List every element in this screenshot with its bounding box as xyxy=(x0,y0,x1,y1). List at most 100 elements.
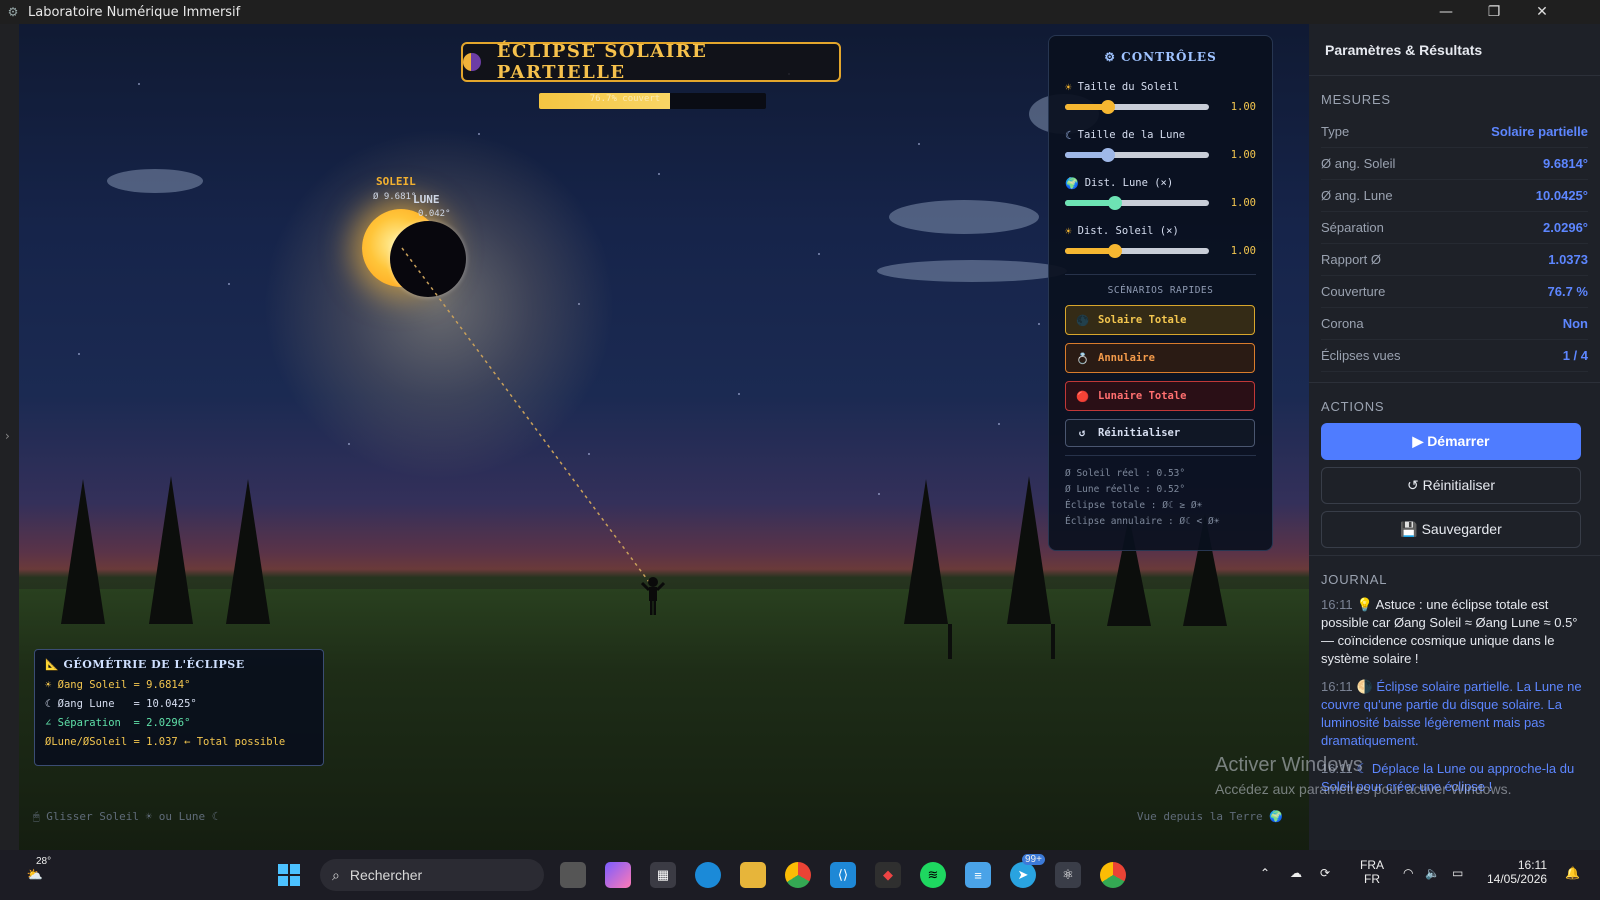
journal-entry: 16:11 💡 Astuce : une éclipse totale est p… xyxy=(1309,596,1600,668)
measure-label: Ø ang. Lune xyxy=(1321,188,1393,203)
weather-temp: 28° xyxy=(36,856,52,867)
measure-label: Séparation xyxy=(1321,220,1384,235)
git-icon[interactable]: ◆ xyxy=(875,862,901,888)
slider[interactable]: 1.00 xyxy=(1065,94,1256,128)
journal-entry: 16:11 🌗 Éclipse solaire partielle. La Lun… xyxy=(1309,678,1600,750)
start-icon[interactable] xyxy=(276,862,302,888)
slider-label-text: Dist. Soleil (×) xyxy=(1077,225,1179,237)
measure-value: Non xyxy=(1562,316,1588,331)
measure-label: Ø ang. Soleil xyxy=(1321,156,1396,171)
eclipse-type-banner: ÉCLIPSE SOLAIRE PARTIELLE xyxy=(461,41,841,83)
slider-thumb[interactable] xyxy=(1108,196,1122,210)
maximize-button[interactable]: ❐ xyxy=(1470,0,1518,24)
slider-label: ☾ Taille de la Lune xyxy=(1065,128,1256,142)
slider-thumb[interactable] xyxy=(1101,148,1115,162)
slider[interactable]: 1.00 xyxy=(1065,238,1256,272)
measure-value: 10.0425° xyxy=(1535,188,1588,203)
edge-icon[interactable] xyxy=(695,862,721,888)
eclipse-scene[interactable]: SOLEIL Ø 9.681° LUNE 0.042° ÉCLIPSE SOLA… xyxy=(19,24,1309,850)
onedrive-icon[interactable]: ☁ xyxy=(1290,866,1302,880)
telegram-icon[interactable]: ➤ xyxy=(1010,862,1036,888)
controls-panel: ⚙ CONTRÔLES ☀ Taille du Soleil 1.00 ☾ Taille… xyxy=(1048,35,1273,551)
taskbar: ⛅ 28° ⌕ Rechercher ▦ ⟨⟩ ◆ ≋ ≡ ➤ 99+ ⚛ ⌃ … xyxy=(0,850,1600,900)
close-button[interactable]: ✕ xyxy=(1518,0,1566,24)
measure-row: Ø ang. Soleil 9.6814° xyxy=(1321,148,1588,180)
actions-heading: ACTIONS xyxy=(1321,399,1385,414)
slider-label-text: Taille de la Lune xyxy=(1077,129,1186,141)
file-explorer-icon[interactable] xyxy=(740,862,766,888)
divider xyxy=(1065,455,1256,456)
copilot-icon[interactable] xyxy=(605,862,631,888)
measure-value: 1 / 4 xyxy=(1562,348,1588,363)
electron-app-icon[interactable]: ⚛ xyxy=(1055,862,1081,888)
slider[interactable]: 1.00 xyxy=(1065,142,1256,176)
sync-icon[interactable]: ⟳ xyxy=(1320,866,1330,880)
slider-value: 1.00 xyxy=(1230,245,1256,257)
geometry-panel: 📐 GÉOMÉTRIE DE L'ÉCLIPSE ☀ Øang Soleil =… xyxy=(34,649,324,766)
formulas: Ø Soleil réel : 0.53° Ø Lune réelle : 0.5… xyxy=(1065,466,1256,530)
scenario-icon: ↺ xyxy=(1078,427,1086,439)
left-collapse-strip[interactable]: › xyxy=(0,24,19,850)
start-button[interactable]: ▶ Démarrer xyxy=(1321,423,1581,460)
slider-track[interactable] xyxy=(1065,248,1209,254)
chrome-profile-icon[interactable] xyxy=(1100,862,1126,888)
slider-track[interactable] xyxy=(1065,152,1209,158)
measure-value: 9.6814° xyxy=(1543,156,1588,171)
scenario-button[interactable]: 💍 Annulaire xyxy=(1065,343,1255,373)
taskbar-search[interactable]: ⌕ Rechercher xyxy=(320,859,544,891)
task-view-icon[interactable] xyxy=(560,862,586,888)
chevron-up-icon[interactable]: ⌃ xyxy=(1260,866,1270,880)
slider-track[interactable] xyxy=(1065,200,1209,206)
scenario-label: Solaire Totale xyxy=(1098,314,1187,326)
scenario-icon: 🔴 xyxy=(1076,390,1090,403)
scenario-button[interactable]: ↺ Réinitialiser xyxy=(1065,419,1255,447)
save-button[interactable]: 💾 Sauvegarder xyxy=(1321,511,1581,548)
wifi-icon[interactable]: ◠ xyxy=(1403,866,1413,880)
scenario-label: Réinitialiser xyxy=(1098,427,1181,439)
chevron-right-icon[interactable]: › xyxy=(5,429,10,443)
minimize-button[interactable]: — xyxy=(1422,0,1470,24)
spotify-icon[interactable]: ≋ xyxy=(920,862,946,888)
scenario-label: Annulaire xyxy=(1098,352,1155,364)
battery-icon[interactable]: ▭ xyxy=(1452,866,1463,880)
slider-icon: ☾ xyxy=(1065,128,1072,142)
chrome-icon[interactable] xyxy=(785,862,811,888)
reset-button[interactable]: ↺ Réinitialiser xyxy=(1321,467,1581,504)
journal-time: 16:11 xyxy=(1321,597,1353,612)
banner-title: ÉCLIPSE SOLAIRE PARTIELLE xyxy=(496,41,708,83)
measure-row: Éclipses vues 1 / 4 xyxy=(1321,340,1588,372)
vscode-icon[interactable]: ⟨⟩ xyxy=(830,862,856,888)
controls-title: ⚙ CONTRÔLES xyxy=(1104,50,1217,64)
language-indicator[interactable]: FRA FR xyxy=(1360,858,1384,886)
scenario-button[interactable]: 🌑 Solaire Totale xyxy=(1065,305,1255,335)
slider-track[interactable] xyxy=(1065,104,1209,110)
journal-time: 16:11 xyxy=(1321,679,1353,694)
measure-row: Type Solaire partielle xyxy=(1321,116,1588,148)
notepad-icon[interactable]: ≡ xyxy=(965,862,991,888)
clock-time: 16:11 xyxy=(1517,858,1547,872)
volume-icon[interactable]: 🔈 xyxy=(1425,866,1440,880)
store-icon[interactable]: ▦ xyxy=(650,862,676,888)
measure-row: Couverture 76.7 % xyxy=(1321,276,1588,308)
clock-date: 14/05/2026 xyxy=(1487,872,1548,886)
measure-row: Séparation 2.0296° xyxy=(1321,212,1588,244)
journal-heading: JOURNAL xyxy=(1321,572,1388,587)
measure-label: Rapport Ø xyxy=(1321,252,1381,267)
slider-thumb[interactable] xyxy=(1108,244,1122,258)
scenario-icon: 💍 xyxy=(1076,352,1090,365)
slider[interactable]: 1.00 xyxy=(1065,190,1256,224)
observer-figure xyxy=(641,577,665,615)
tree xyxy=(149,476,193,624)
measures-heading: MESURES xyxy=(1321,92,1391,107)
app-gear-icon: ⚙ xyxy=(7,5,19,19)
scenario-button[interactable]: 🔴 Lunaire Totale xyxy=(1065,381,1255,411)
search-icon: ⌕ xyxy=(332,866,340,883)
sliders: ☀ Taille du Soleil 1.00 ☾ Taille de la Lune 1… xyxy=(1065,80,1256,272)
clock[interactable]: 16:11 14/05/2026 xyxy=(1487,858,1547,886)
slider-value: 1.00 xyxy=(1230,197,1256,209)
measure-value: Solaire partielle xyxy=(1491,124,1588,139)
notifications-icon[interactable]: 🔔 xyxy=(1565,866,1580,880)
slider-thumb[interactable] xyxy=(1101,100,1115,114)
scenarios-title: SCÉNARIOS RAPIDES xyxy=(1107,285,1214,296)
view-hint: Vue depuis la Terre 🌍 xyxy=(1136,810,1283,823)
